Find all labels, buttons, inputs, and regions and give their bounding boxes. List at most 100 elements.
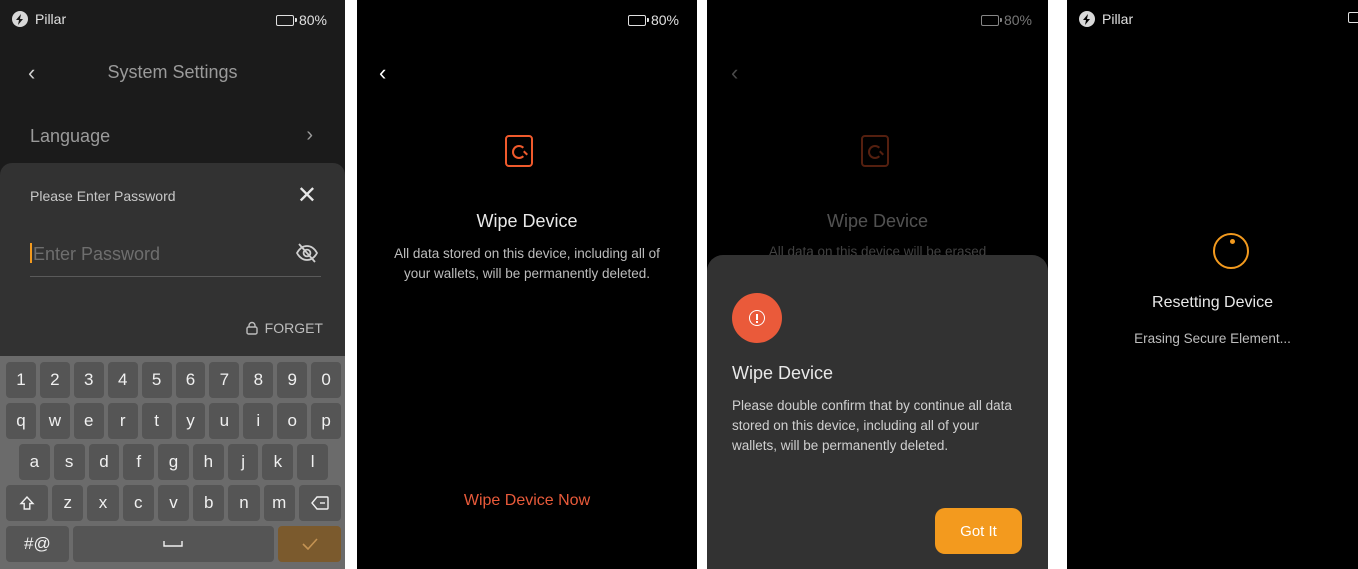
sheet-title: Please Enter Password [30,188,176,204]
battery-icon [980,14,1002,26]
battery-percent: 80% [1003,12,1032,28]
keyboard-row-middle: asdfghjkl [6,444,341,480]
battery-indicator: 80% [275,12,327,28]
chevron-right-icon: › [306,124,313,146]
key-d[interactable]: d [88,444,120,480]
symbols-key[interactable]: #@ [6,526,69,562]
wipe-device-icon [505,135,533,167]
loading-spinner [1213,233,1249,269]
keyboard-row-bottom: zxcvbnm [6,485,341,521]
key-8[interactable]: 8 [243,362,274,398]
shift-icon [19,495,35,510]
key-x[interactable]: x [87,485,119,521]
space-icon [163,541,184,547]
battery-icon [275,14,297,26]
key-z[interactable]: z [52,485,84,521]
backspace-key[interactable] [298,485,341,521]
key-u[interactable]: u [209,403,240,439]
wipe-device-icon [861,135,889,167]
key-b[interactable]: b [193,485,225,521]
key-g[interactable]: g [158,444,189,480]
password-input[interactable] [33,237,273,271]
key-1[interactable]: 1 [6,362,36,398]
keyboard-row-numbers: 1234567890 [6,362,342,398]
key-n[interactable]: n [228,485,260,521]
lock-icon [245,321,258,335]
page-title: Wipe Device [476,211,578,231]
screen-system-settings: Pillar 80% ‹ System Settings Language › … [0,0,345,569]
key-p[interactable]: p [311,403,342,439]
progress-status: Erasing Secure Element... [1134,331,1291,346]
alert-icon [732,293,782,343]
key-r[interactable]: r [107,403,138,439]
key-6[interactable]: 6 [175,362,206,398]
bolt-icon [12,11,28,27]
wipe-device-now-button[interactable]: Wipe Device Now [357,492,697,510]
bolt-icon [1079,11,1095,27]
keyboard: 1234567890 qwertyuiop asdfghjkl zxcvbnm … [0,356,345,569]
key-k[interactable]: k [262,444,294,480]
battery-percent: 80% [650,12,679,28]
dialog-title: Wipe Device [732,363,834,383]
brand-label: Pillar [35,11,67,27]
key-t[interactable]: t [141,403,172,439]
battery-icon [1348,12,1358,23]
key-7[interactable]: 7 [209,362,240,398]
key-l[interactable]: l [297,444,329,480]
key-m[interactable]: m [263,485,295,521]
close-icon[interactable]: ✕ [297,181,317,210]
password-sheet: Please Enter Password ✕ FORGET 123456789… [0,163,345,569]
key-w[interactable]: w [39,403,70,439]
backspace-icon [310,496,329,510]
brand: Pillar [1079,11,1133,27]
key-3[interactable]: 3 [73,362,104,398]
battery-indicator: 80% [627,12,679,28]
key-c[interactable]: c [122,485,154,521]
text-caret [30,243,32,263]
confirm-dialog: Wipe Device Please double confirm that b… [707,255,1048,569]
key-9[interactable]: 9 [277,362,308,398]
brand-label: Pillar [1102,11,1134,27]
wipe-description: All data stored on this device, includin… [394,246,660,281]
status-bar: Pillar 80% [0,0,345,40]
confirm-key[interactable] [278,526,341,562]
page-title: Resetting Device [1152,294,1273,311]
space-key[interactable] [72,526,275,562]
key-y[interactable]: y [175,403,206,439]
eye-off-icon[interactable] [295,241,319,265]
battery-icon [627,14,649,26]
key-0[interactable]: 0 [311,362,342,398]
got-it-button[interactable]: Got It [935,508,1022,554]
shift-key[interactable] [6,485,49,521]
key-q[interactable]: q [6,403,36,439]
battery-percent: 80% [298,12,327,28]
check-icon [302,538,318,550]
key-v[interactable]: v [157,485,190,521]
page-title: System Settings [107,62,238,82]
key-s[interactable]: s [53,444,85,480]
screen-resetting: Pillar Resetting Device Erasing Secure E… [1067,0,1358,569]
forget-label: FORGET [264,320,323,336]
forget-password-button[interactable]: FORGET [245,320,323,336]
key-f[interactable]: f [123,444,155,480]
bg-title: Wipe Device [826,211,929,231]
back-chevron-icon: ‹ [731,60,739,85]
battery-indicator [1348,12,1358,23]
key-j[interactable]: j [227,444,259,480]
key-o[interactable]: o [277,403,308,439]
settings-item-language[interactable]: Language [30,126,110,147]
key-5[interactable]: 5 [141,362,172,398]
key-i[interactable]: i [243,403,274,439]
key-e[interactable]: e [73,403,104,439]
keyboard-row-top: qwertyuiop [6,403,342,439]
back-chevron-icon[interactable]: ‹ [379,62,386,84]
screen-wipe-device: 80% ‹ Wipe Device All data stored on thi… [357,0,697,569]
battery-indicator: 80% [980,12,1032,28]
key-4[interactable]: 4 [107,362,138,398]
key-2[interactable]: 2 [39,362,70,398]
key-a[interactable]: a [19,444,50,480]
brand: Pillar [12,11,66,27]
keyboard-row-space: #@ [6,526,341,562]
password-field[interactable] [30,233,321,277]
key-h[interactable]: h [192,444,224,480]
